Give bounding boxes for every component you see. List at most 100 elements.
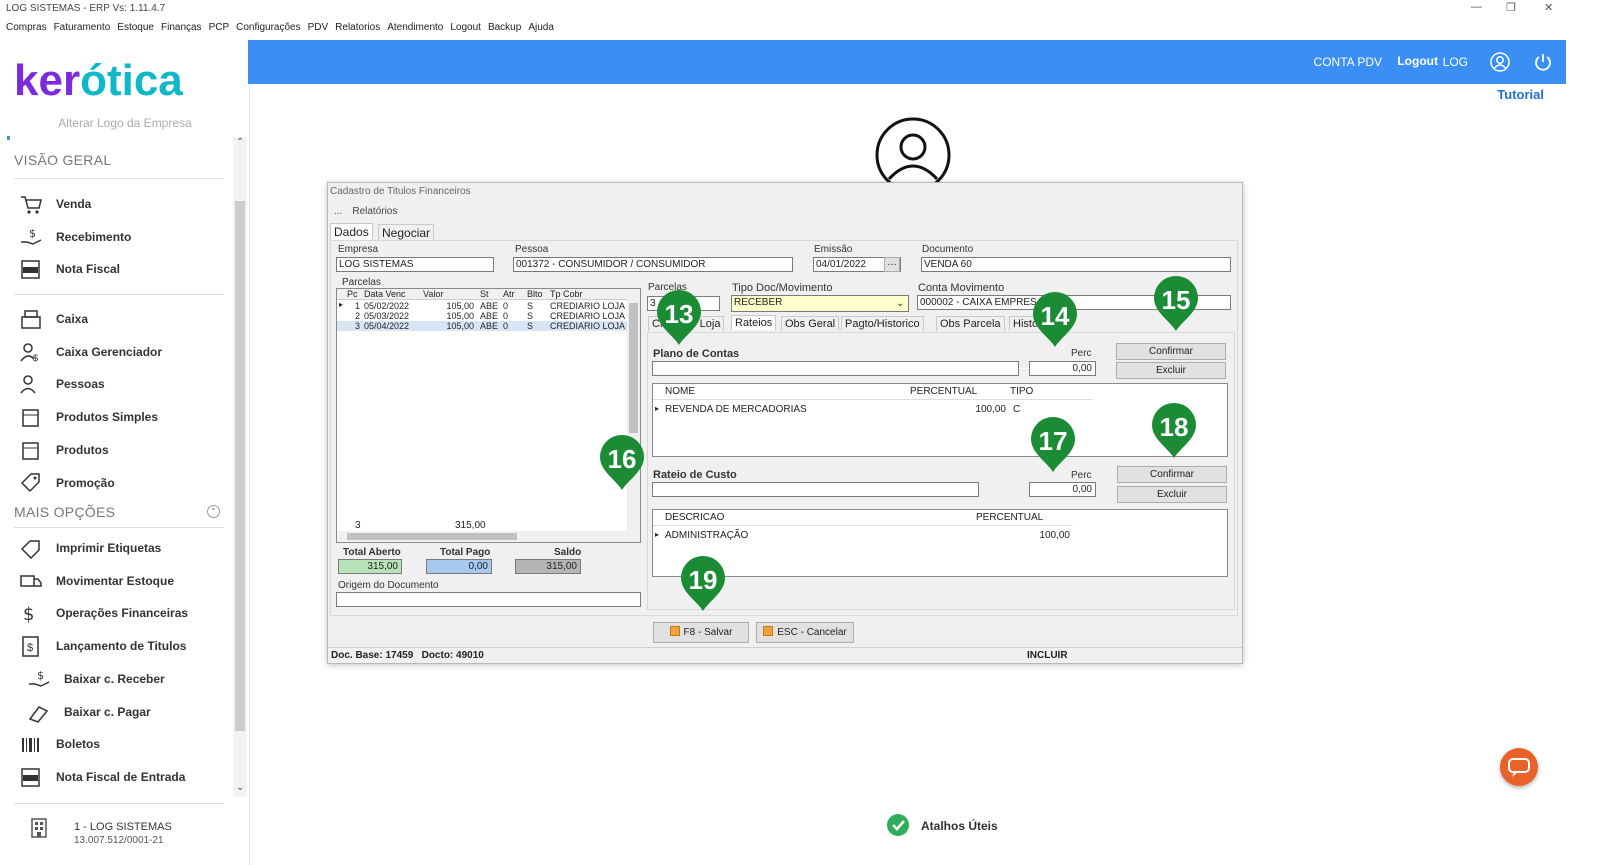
tutorial-link[interactable]: Tutorial bbox=[1497, 87, 1544, 102]
menu-dots[interactable]: ... bbox=[334, 206, 342, 217]
menu-item-9[interactable]: Logout bbox=[450, 19, 481, 37]
menu-item-4[interactable]: PCP bbox=[209, 19, 230, 37]
tipo-doc-select[interactable]: RECEBER bbox=[731, 295, 909, 312]
table-cell: S bbox=[527, 311, 534, 321]
date-picker-button[interactable]: … bbox=[884, 257, 900, 272]
sidebar-item-promo-o[interactable]: Promoção bbox=[14, 469, 229, 497]
column-header[interactable]: DESCRICAO bbox=[665, 512, 724, 523]
sidebar-item-recebimento[interactable]: $ Recebimento bbox=[14, 223, 229, 251]
excluir-rateio-button[interactable]: Excluir bbox=[1117, 486, 1227, 503]
sidebar-item-nota-fiscal[interactable]: Nota Fiscal bbox=[14, 255, 229, 283]
menu-item-11[interactable]: Ajuda bbox=[528, 19, 554, 37]
table-row[interactable]: 2 05/03/2022 105,00 ABE 0 S CREDIARIO LOJA bbox=[337, 311, 627, 321]
column-header[interactable]: Blto bbox=[527, 289, 543, 299]
sidebar-item-lan-amento-de-titulos[interactable]: $ Lançamento de Titulos bbox=[14, 632, 229, 660]
menu-item-6[interactable]: PDV bbox=[308, 19, 329, 37]
menu-item-7[interactable]: Relatorios bbox=[335, 19, 380, 37]
column-header[interactable]: Valor bbox=[423, 289, 443, 299]
sidebar-item-produtos[interactable]: Produtos bbox=[14, 436, 229, 464]
grid-vscroll[interactable] bbox=[627, 289, 640, 542]
sidebar-item-movimentar-estoque[interactable]: Movimentar Estoque bbox=[14, 567, 229, 595]
pessoa-field[interactable]: 001372 - CONSUMIDOR / CONSUMIDOR bbox=[513, 257, 793, 272]
parcelas-grid[interactable]: Pc Data Venc Valor St Atr Blto Tp Cobr ▸ 1 05/02… bbox=[336, 288, 641, 543]
scroll-down-icon[interactable]: ⌄ bbox=[236, 782, 244, 793]
confirmar-plano-button[interactable]: Confirmar bbox=[1116, 343, 1226, 360]
plano-contas-grid[interactable]: NOME PERCENTUAL TIPO ▸ REVENDA DE MERCADORI… bbox=[652, 383, 1228, 457]
origem-field[interactable] bbox=[336, 592, 641, 607]
column-header[interactable]: NOME bbox=[665, 386, 695, 397]
sidebar-item-imprimir-etiquetas[interactable]: Imprimir Etiquetas bbox=[14, 534, 229, 562]
scrollbar-thumb[interactable] bbox=[347, 533, 517, 540]
sidebar-item-opera-es-financeiras[interactable]: $ Operações Financeiras bbox=[14, 599, 229, 627]
scroll-up-icon[interactable]: ⌃ bbox=[236, 137, 244, 148]
scrollbar-thumb[interactable] bbox=[629, 303, 638, 433]
rateio-custo-field[interactable] bbox=[652, 482, 979, 497]
inner-tab-4[interactable]: Obs Parcela bbox=[936, 316, 1005, 331]
table-row[interactable]: ▸ ADMINISTRAÇÃO 100,00 bbox=[653, 529, 1073, 543]
chat-button[interactable] bbox=[1500, 748, 1538, 786]
column-header[interactable]: PERCENTUAL bbox=[910, 386, 977, 397]
plano-contas-field[interactable] bbox=[652, 361, 1019, 376]
tab-negociar[interactable]: Negociar bbox=[378, 224, 435, 241]
menu-item-1[interactable]: Faturamento bbox=[54, 19, 111, 37]
column-header[interactable]: St bbox=[480, 289, 489, 299]
confirmar-rateio-button[interactable]: Confirmar bbox=[1117, 466, 1227, 483]
minimize-icon[interactable]: — bbox=[1471, 1, 1482, 13]
inner-tab-2[interactable]: Obs Geral bbox=[781, 316, 840, 331]
column-header[interactable]: Tp Cobr bbox=[550, 289, 583, 299]
inner-tab-3[interactable]: Pagto/Historico bbox=[841, 316, 924, 331]
sidebar-item-caixa-gerenciador[interactable]: $ Caixa Gerenciador bbox=[14, 338, 229, 366]
column-header[interactable]: Data Venc bbox=[364, 289, 406, 299]
cancelar-button[interactable]: ESC - Cancelar bbox=[756, 622, 854, 643]
power-icon[interactable] bbox=[1533, 52, 1553, 72]
empresa-field[interactable]: LOG SISTEMAS bbox=[336, 257, 494, 272]
excluir-plano-button[interactable]: Excluir bbox=[1116, 362, 1226, 379]
sidebar-item-produtos-simples[interactable]: Produtos Simples bbox=[14, 403, 229, 431]
sidebar-item-baixar-c-receber[interactable]: $ Baixar c. Receber bbox=[22, 665, 237, 693]
table-cell: CREDIARIO LOJA bbox=[550, 321, 626, 331]
column-header[interactable]: Atr bbox=[503, 289, 515, 299]
sidebar-scrollbar[interactable]: ⌃ ⌄ bbox=[233, 137, 247, 797]
menu-item-0[interactable]: Compras bbox=[6, 19, 47, 37]
tab-dados[interactable]: Dados bbox=[330, 223, 373, 240]
menu-relatorios[interactable]: Relatórios bbox=[352, 206, 397, 217]
restore-icon[interactable]: ❐ bbox=[1506, 1, 1516, 14]
column-header[interactable]: TIPO bbox=[1010, 386, 1033, 397]
menu-item-2[interactable]: Estoque bbox=[117, 19, 154, 37]
rateio-grid[interactable]: DESCRICAO PERCENTUAL ▸ ADMINISTRAÇÃO 100,00 bbox=[652, 509, 1228, 577]
column-header[interactable]: PERCENTUAL bbox=[976, 512, 1043, 523]
inner-tab-1[interactable]: Rateios bbox=[731, 315, 777, 330]
close-icon[interactable]: ✕ bbox=[1544, 1, 1553, 14]
documento-field[interactable]: VENDA 60 bbox=[921, 257, 1231, 272]
table-row[interactable]: ▸ 1 05/02/2022 105,00 ABE 0 S CREDIARIO LOJA bbox=[337, 300, 627, 311]
sidebar-item-caixa[interactable]: Caixa bbox=[14, 305, 229, 333]
parcelas-count: 3 bbox=[355, 520, 361, 531]
dropdown-arrow-icon[interactable]: ⌄ bbox=[896, 298, 904, 309]
sidebar-item-venda[interactable]: Venda bbox=[14, 190, 229, 218]
collapse-icon[interactable]: ⌃ bbox=[207, 505, 220, 518]
salvar-button[interactable]: F8 - Salvar bbox=[653, 622, 749, 643]
company-logo[interactable]: kerótica bbox=[14, 56, 183, 106]
box-icon bbox=[18, 406, 44, 428]
table-row[interactable]: 3 05/04/2022 105,00 ABE 0 S CREDIARIO LOJA bbox=[337, 321, 627, 331]
column-header[interactable]: Pc bbox=[347, 289, 358, 299]
conta-pdv-link[interactable]: CONTA PDV bbox=[1314, 55, 1382, 69]
change-logo-link[interactable]: Alterar Logo da Empresa bbox=[0, 116, 250, 130]
user-name[interactable]: LOG bbox=[1443, 55, 1468, 69]
logout-link[interactable]: Logout bbox=[1397, 54, 1438, 68]
sidebar-item-boletos[interactable]: Boletos bbox=[14, 730, 229, 758]
menu-item-10[interactable]: Backup bbox=[488, 19, 521, 37]
menu-item-3[interactable]: Finanças bbox=[161, 19, 202, 37]
sidebar-item-nota-fiscal-de-entrada[interactable]: Nota Fiscal de Entrada bbox=[14, 763, 229, 791]
table-row[interactable]: ▸ REVENDA DE MERCADORIAS 100,00 C bbox=[653, 403, 1093, 417]
perc-field-rateio[interactable]: 0,00 bbox=[1029, 482, 1096, 497]
sidebar-item-pessoas[interactable]: Pessoas bbox=[14, 370, 229, 398]
scrollbar-thumb[interactable] bbox=[235, 201, 245, 731]
dialog-menu: ... Relatórios bbox=[334, 206, 397, 217]
grid-hscroll[interactable] bbox=[337, 531, 627, 542]
sidebar-item-baixar-c-pagar[interactable]: Baixar c. Pagar bbox=[22, 698, 237, 726]
menu-item-5[interactable]: Configurações bbox=[236, 19, 300, 37]
user-icon[interactable] bbox=[1490, 52, 1510, 72]
menu-item-8[interactable]: Atendimento bbox=[387, 19, 443, 37]
perc-field-plano[interactable]: 0,00 bbox=[1029, 361, 1096, 376]
